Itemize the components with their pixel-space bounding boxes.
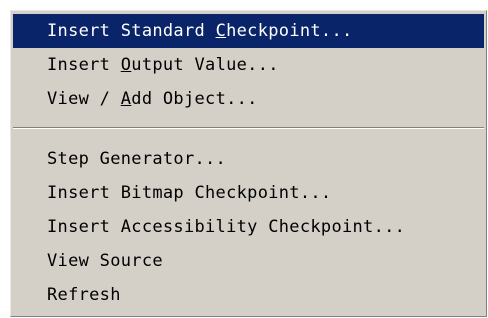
- menu-item-label: View /: [47, 89, 121, 109]
- menu-item-mnemonic: C: [215, 21, 227, 41]
- menu-item-label: Insert: [47, 55, 121, 75]
- menu-item-insert-accessibility-checkpoint[interactable]: Insert Accessibility Checkpoint...: [13, 210, 484, 244]
- menu-item-insert-standard-checkpoint[interactable]: Insert Standard Checkpoint...: [13, 14, 484, 48]
- menu-item-label: Insert Standard: [47, 21, 216, 41]
- menu-item-label: utput Value...: [131, 55, 279, 75]
- menu-item-view-add-object[interactable]: View / Add Object...: [13, 82, 484, 116]
- menu-item-refresh[interactable]: Refresh: [13, 278, 484, 312]
- menu-item-label: Refresh: [47, 285, 121, 305]
- menu-item-label: Insert Accessibility Checkpoint...: [47, 217, 406, 237]
- menu-item-insert-bitmap-checkpoint[interactable]: Insert Bitmap Checkpoint...: [13, 176, 484, 210]
- menu-item-insert-output-value[interactable]: Insert Output Value...: [13, 48, 484, 82]
- context-menu: Insert Standard Checkpoint... Insert Out…: [10, 10, 487, 317]
- menu-item-mnemonic: A: [120, 89, 132, 109]
- menu-item-label: dd Object...: [131, 89, 258, 109]
- menu-item-label: Step Generator...: [47, 149, 227, 169]
- menu-separator: [13, 127, 484, 129]
- menu-item-label: View Source: [47, 251, 163, 271]
- menu-item-mnemonic: O: [120, 55, 132, 75]
- menu-item-step-generator[interactable]: Step Generator...: [13, 142, 484, 176]
- menu-item-label: heckpoint...: [226, 21, 353, 41]
- menu-item-label: Insert Bitmap Checkpoint...: [47, 183, 332, 203]
- menu-item-view-source[interactable]: View Source: [13, 244, 484, 278]
